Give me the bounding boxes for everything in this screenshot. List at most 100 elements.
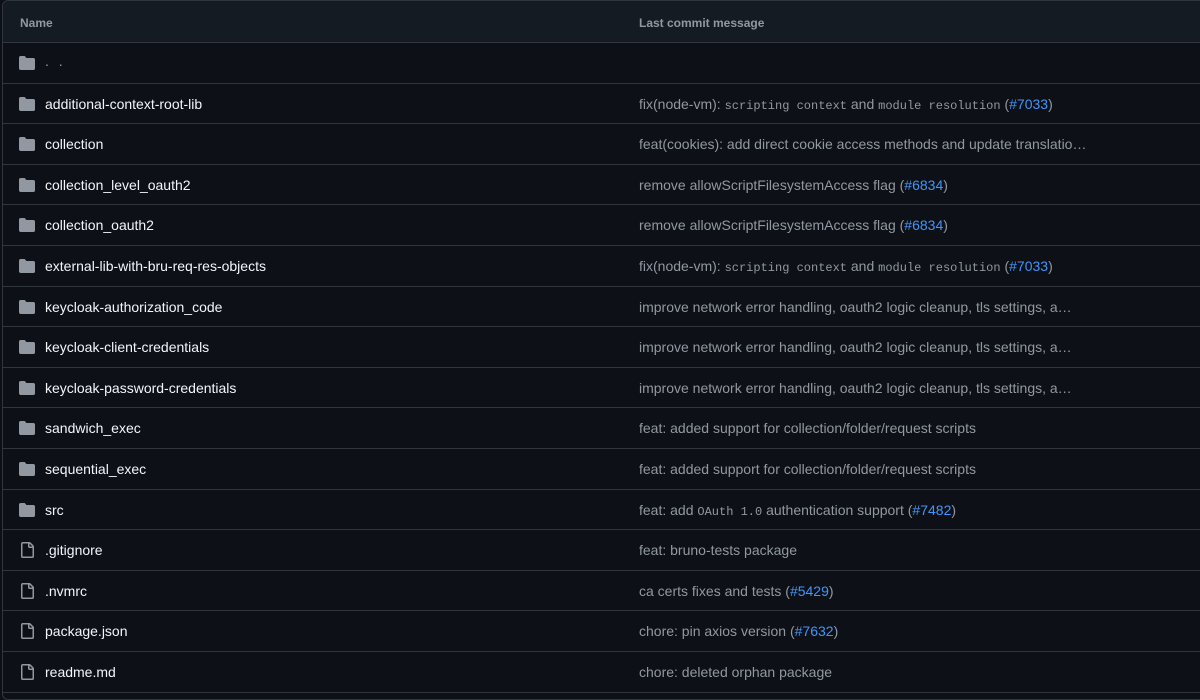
inline-code: module resolution	[878, 98, 1001, 113]
commit-message-text: feat(cookies): add direct cookie access …	[639, 136, 1087, 153]
commit-message-text: feat: bruno-tests package	[639, 542, 797, 559]
commit-message-text: remove allowScriptFilesystemAccess flag …	[639, 176, 905, 193]
table-row[interactable]: sandwich_exec feat: added support for col…	[3, 408, 1200, 449]
folder-icon	[19, 96, 37, 112]
commit-message-link[interactable]: chore: pin axios version (#7632)	[639, 623, 838, 639]
folder-name-link[interactable]: external-lib-with-bru-req-res-objects	[45, 258, 266, 274]
folder-icon	[19, 502, 37, 518]
table-row[interactable]: external-lib-with-bru-req-res-objects fix…	[3, 246, 1200, 287]
table-header: Name Last commit message	[3, 1, 1200, 43]
commit-message-link[interactable]: fix(node-vm): scripting context and modu…	[639, 258, 1053, 275]
file-table: Name Last commit message . . additional-…	[2, 0, 1200, 700]
commit-message-link[interactable]: feat(cookies): add direct cookie access …	[639, 136, 1086, 152]
commit-message-text: )	[951, 501, 957, 518]
inline-code: scripting context	[724, 98, 847, 113]
file-icon	[19, 582, 37, 599]
commit-message-link[interactable]: fix(node-vm): scripting context and modu…	[639, 96, 1053, 113]
commit-message-text: chore: pin axios version (	[639, 623, 795, 640]
folder-icon	[19, 461, 37, 477]
folder-name-link[interactable]: additional-context-root-lib	[45, 96, 202, 112]
commit-message-link[interactable]: feat: bruno-tests package	[639, 542, 797, 558]
pull-request-link[interactable]: #7632	[795, 623, 834, 639]
table-row[interactable]: .gitignore feat: bruno-tests package	[3, 530, 1200, 571]
commit-message-link[interactable]: feat: added support for collection/folde…	[639, 461, 976, 477]
commit-message-text: feat: added support for collection/folde…	[639, 460, 976, 477]
commit-message-text: )	[943, 176, 948, 193]
commit-message-text: improve network error handling, oauth2 l…	[639, 379, 1072, 396]
commit-message-text: improve network error handling, oauth2 l…	[639, 298, 1072, 315]
commit-message-text: fix(node-vm):	[639, 257, 725, 274]
table-row[interactable]: package.json chore: pin axios version (#7…	[3, 611, 1200, 652]
folder-name-link[interactable]: src	[45, 502, 64, 518]
pull-request-link[interactable]: #5429	[790, 583, 829, 599]
folder-name-link[interactable]: sandwich_exec	[45, 420, 141, 436]
file-icon	[19, 623, 37, 640]
folder-icon	[19, 136, 37, 152]
commit-message-text: (	[1000, 95, 1010, 112]
inline-code: module resolution	[878, 260, 1001, 275]
commit-message-text: and	[847, 95, 879, 112]
table-row[interactable]: keycloak-client-credentials improve netwo…	[3, 327, 1200, 368]
commit-message-text: ca certs fixes and tests (	[639, 582, 790, 599]
pull-request-link[interactable]: #6834	[904, 217, 943, 233]
parent-directory-link[interactable]: . .	[45, 53, 66, 69]
commit-message-link[interactable]: ca certs fixes and tests (#5429)	[639, 583, 834, 599]
file-icon	[19, 542, 37, 559]
commit-message-link[interactable]: improve network error handling, oauth2 l…	[639, 380, 1072, 396]
folder-name-link[interactable]: collection	[45, 136, 103, 152]
table-row[interactable]: readme.md chore: deleted orphan package	[3, 652, 1200, 693]
inline-code: OAuth 1.0	[697, 504, 763, 519]
file-name-link[interactable]: .nvmrc	[45, 583, 87, 599]
commit-message-text: )	[833, 623, 839, 640]
commit-message-text: )	[828, 582, 834, 599]
folder-name-link[interactable]: keycloak-authorization_code	[45, 299, 222, 315]
parent-directory-row[interactable]: . .	[3, 43, 1200, 84]
folder-icon	[19, 420, 37, 436]
file-name-link[interactable]: package.json	[45, 623, 128, 639]
table-row[interactable]: collection feat(cookies): add direct cook…	[3, 124, 1200, 165]
table-row[interactable]: .nvmrc ca certs fixes and tests (#5429)	[3, 571, 1200, 612]
commit-message-link[interactable]: chore: deleted orphan package	[639, 664, 832, 680]
pull-request-link[interactable]: #7033	[1009, 258, 1048, 274]
commit-message-text: fix(node-vm):	[639, 95, 725, 112]
folder-name-link[interactable]: keycloak-password-credentials	[45, 380, 236, 396]
pull-request-link[interactable]: #6834	[904, 177, 943, 193]
name-column-header: Name	[20, 16, 53, 30]
commit-message-text: chore: deleted orphan package	[639, 663, 833, 680]
commit-message-link[interactable]: feat: added support for collection/folde…	[639, 420, 976, 436]
file-name-link[interactable]: .gitignore	[45, 542, 103, 558]
folder-name-link[interactable]: keycloak-client-credentials	[45, 339, 209, 355]
commit-message-link[interactable]: improve network error handling, oauth2 l…	[639, 299, 1072, 315]
inline-code: scripting context	[724, 260, 847, 275]
table-row[interactable]: keycloak-password-credentials improve net…	[3, 368, 1200, 409]
folder-name-link[interactable]: collection_level_oauth2	[45, 177, 191, 193]
commit-message-link[interactable]: improve network error handling, oauth2 l…	[639, 339, 1072, 355]
commit-message-link[interactable]: remove allowScriptFilesystemAccess flag …	[639, 177, 948, 193]
commit-message-link[interactable]: remove allowScriptFilesystemAccess flag …	[639, 217, 948, 233]
folder-icon	[19, 380, 37, 396]
pull-request-link[interactable]: #7033	[1009, 96, 1048, 112]
folder-icon	[19, 258, 37, 274]
table-row[interactable]: src feat: add OAuth 1.0 authentication su…	[3, 490, 1200, 531]
folder-icon	[19, 177, 37, 193]
folder-name-link[interactable]: collection_oauth2	[45, 217, 154, 233]
commit-message-text: feat: added support for collection/folde…	[639, 420, 976, 437]
last-commit-message-column-header: Last commit message	[639, 16, 765, 30]
folder-name-link[interactable]: sequential_exec	[45, 461, 146, 477]
table-row[interactable]: collection_oauth2 remove allowScriptFiles…	[3, 205, 1200, 246]
table-row[interactable]: keycloak-authorization_code improve netwo…	[3, 287, 1200, 328]
commit-message-text: )	[943, 217, 948, 234]
file-name-link[interactable]: readme.md	[45, 664, 116, 680]
folder-icon	[19, 217, 37, 233]
commit-message-text: feat: add	[639, 501, 698, 518]
table-row[interactable]: collection_level_oauth2 remove allowScrip…	[3, 165, 1200, 206]
folder-icon	[19, 299, 37, 315]
commit-message-link[interactable]: feat: add OAuth 1.0 authentication suppo…	[639, 502, 956, 519]
file-icon	[19, 663, 37, 680]
table-row[interactable]: additional-context-root-lib fix(node-vm):…	[3, 84, 1200, 125]
commit-message-text: and	[847, 257, 879, 274]
commit-message-text: remove allowScriptFilesystemAccess flag …	[639, 217, 905, 234]
commit-message-text: )	[1048, 95, 1053, 112]
pull-request-link[interactable]: #7482	[912, 502, 951, 518]
table-row[interactable]: sequential_exec feat: added support for c…	[3, 449, 1200, 490]
